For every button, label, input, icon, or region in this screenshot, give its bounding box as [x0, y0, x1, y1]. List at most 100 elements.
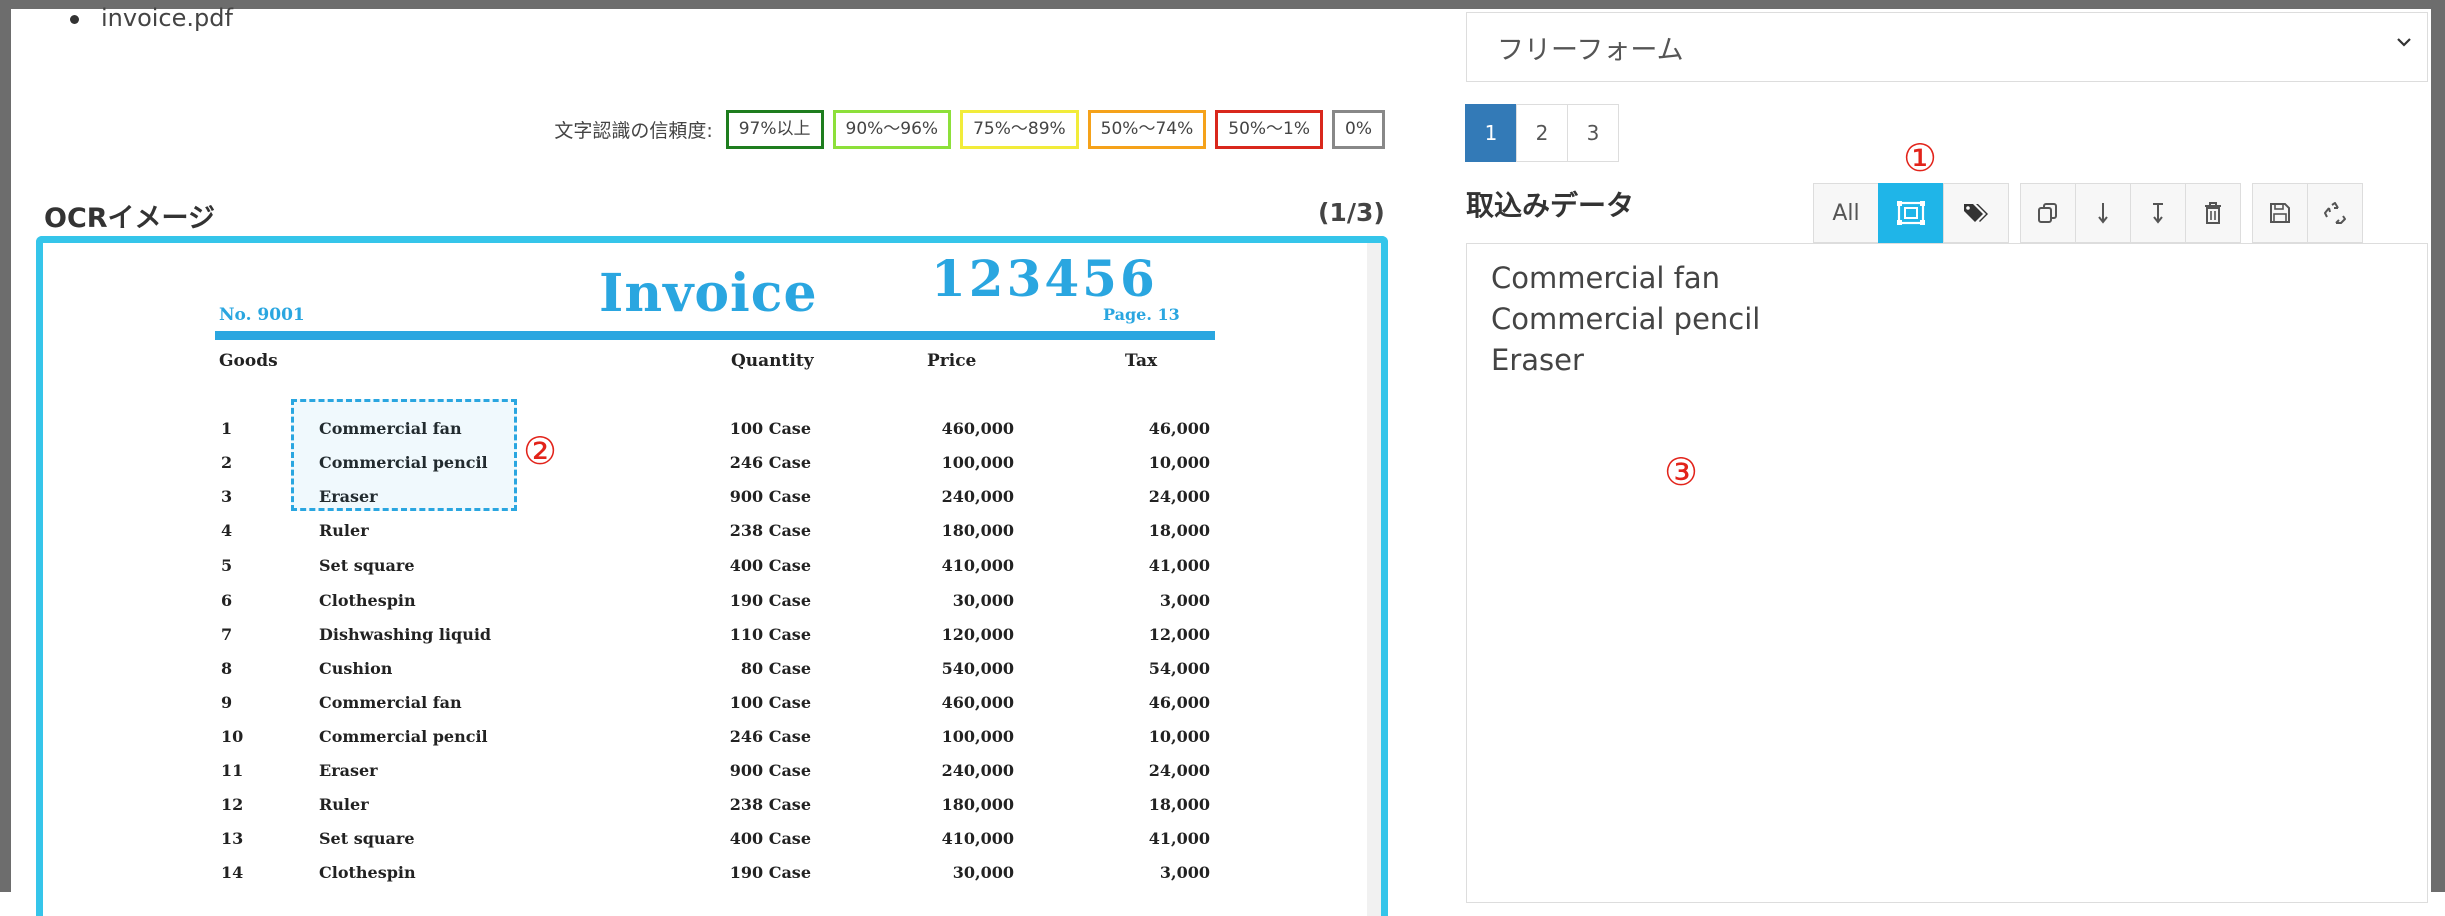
row-number: 11: [221, 761, 244, 780]
row-price: 410,000: [941, 556, 1014, 575]
row-tax: 46,000: [1148, 419, 1210, 438]
legend-chip-97: 97%以上: [725, 110, 824, 149]
row-number: 13: [221, 829, 244, 848]
row-number: 14: [221, 863, 244, 882]
invoice-row: 7 Dishwashing liquid 110 Case 120,000 12,000: [43, 625, 1381, 655]
row-price: 100,000: [941, 727, 1014, 746]
row-number: 7: [221, 625, 233, 644]
row-number: 5: [221, 556, 233, 575]
row-goods: Clothespin: [319, 863, 416, 882]
invoice-row: 6 Clothespin 190 Case 30,000 3,000: [43, 591, 1381, 621]
page-pagination: 1 2 3: [1465, 104, 1619, 162]
file-item[interactable]: invoice.pdf: [70, 4, 233, 32]
row-quantity: 400 Case: [729, 556, 811, 575]
invoice-row: 2 Commercial pencil 246 Case 100,000 10,000: [43, 453, 1381, 483]
row-quantity: 190 Case: [729, 863, 811, 882]
row-tax: 54,000: [1148, 659, 1210, 678]
row-number: 6: [221, 591, 233, 610]
invoice-document: Invoice 123456 No. 9001 Page. 13 Goods Q…: [43, 243, 1381, 916]
row-quantity: 100 Case: [729, 419, 811, 438]
row-number: 9: [221, 693, 233, 712]
callout-3: ③: [1664, 450, 1699, 494]
row-goods: Dishwashing liquid: [319, 625, 492, 644]
arrow-down-icon: [2096, 202, 2110, 224]
invoice-row: 13 Set square 400 Case 410,000 41,000: [43, 829, 1381, 859]
invoice-row: 4 Ruler 238 Case 180,000 18,000: [43, 521, 1381, 551]
move-down-button[interactable]: [2075, 183, 2131, 243]
save-button[interactable]: [2252, 183, 2308, 243]
ocr-scrollbar[interactable]: [1367, 243, 1381, 916]
region-select-button[interactable]: [1878, 183, 1944, 243]
row-number: 3: [221, 487, 233, 506]
page-button-2[interactable]: 2: [1516, 104, 1568, 162]
row-goods: Ruler: [319, 521, 369, 540]
invoice-number: 123456: [931, 249, 1158, 308]
row-price: 30,000: [952, 863, 1014, 882]
row-quantity: 246 Case: [729, 727, 811, 746]
row-number: 1: [221, 419, 233, 438]
import-data-title: 取込みデータ: [1466, 189, 1635, 222]
col-header-quantity: Quantity: [731, 351, 814, 371]
row-price: 100,000: [941, 453, 1014, 472]
row-quantity: 100 Case: [729, 693, 811, 712]
tags-icon: [1963, 202, 1989, 224]
row-quantity: 246 Case: [729, 453, 811, 472]
row-price: 460,000: [941, 693, 1014, 712]
save-icon: [2270, 203, 2290, 223]
invoice-row: 10 Commercial pencil 246 Case 100,000 10,000: [43, 727, 1381, 757]
invoice-row: 8 Cushion 80 Case 540,000 54,000: [43, 659, 1381, 689]
invoice-row: 5 Set square 400 Case 410,000 41,000: [43, 556, 1381, 586]
confidence-legend: 文字認識の信頼度: 97%以上 90%〜96% 75%〜89% 50%〜74% …: [554, 110, 1385, 149]
tags-button[interactable]: [1943, 183, 2009, 243]
ocr-image-viewer[interactable]: Invoice 123456 No. 9001 Page. 13 Goods Q…: [36, 236, 1388, 916]
row-number: 12: [221, 795, 244, 814]
copy-icon: [2037, 202, 2059, 224]
row-tax: 24,000: [1148, 761, 1210, 780]
row-number: 2: [221, 453, 233, 472]
row-tax: 10,000: [1148, 453, 1210, 472]
row-tax: 12,000: [1148, 625, 1210, 644]
invoice-row: 1 Commercial fan 100 Case 460,000 46,000: [43, 419, 1381, 449]
row-quantity: 900 Case: [729, 487, 811, 506]
col-header-price: Price: [927, 351, 977, 371]
row-number: 4: [221, 521, 233, 540]
move-to-bottom-button[interactable]: [2130, 183, 2186, 243]
legend-chip-50: 50%〜74%: [1087, 110, 1207, 149]
legend-chip-0: 0%: [1332, 110, 1385, 149]
ocr-image-title: OCRイメージ: [44, 203, 216, 234]
row-goods: Clothespin: [319, 591, 416, 610]
row-tax: 10,000: [1148, 727, 1210, 746]
ocr-page-counter: (1/3): [1318, 198, 1385, 227]
row-goods: Set square: [319, 829, 415, 848]
form-type-select[interactable]: フリーフォーム: [1466, 12, 2428, 82]
page-button-1[interactable]: 1: [1465, 104, 1517, 162]
invoice-no: No. 9001: [219, 305, 305, 325]
invoice-page: Page. 13: [1103, 305, 1180, 324]
callout-1: ①: [1903, 136, 1938, 180]
row-goods: Commercial fan: [319, 693, 462, 712]
invoice-title: Invoice: [599, 263, 818, 324]
extracted-data-textarea[interactable]: Commercial fan Commercial pencil Eraser: [1466, 243, 2428, 903]
row-quantity: 400 Case: [729, 829, 811, 848]
trash-icon: [2204, 202, 2222, 224]
row-price: 180,000: [941, 795, 1014, 814]
row-goods: Set square: [319, 556, 415, 575]
col-header-tax: Tax: [1125, 351, 1158, 371]
delete-button[interactable]: [2185, 183, 2241, 243]
row-number: 10: [221, 727, 244, 746]
col-header-goods: Goods: [219, 351, 278, 371]
recycle-button[interactable]: [2307, 183, 2363, 243]
all-button[interactable]: All: [1813, 183, 1879, 243]
copy-button[interactable]: [2020, 183, 2076, 243]
ocr-selection-region[interactable]: [291, 399, 517, 511]
legend-chip-1: 50%〜1%: [1215, 110, 1324, 149]
page-button-3[interactable]: 3: [1567, 104, 1619, 162]
row-tax: 3,000: [1159, 591, 1210, 610]
row-price: 180,000: [941, 521, 1014, 540]
row-quantity: 80 Case: [740, 659, 811, 678]
row-quantity: 900 Case: [729, 761, 811, 780]
row-goods: Cushion: [319, 659, 393, 678]
invoice-header-bar: [215, 331, 1215, 340]
invoice-row: 9 Commercial fan 100 Case 460,000 46,000: [43, 693, 1381, 723]
row-price: 540,000: [941, 659, 1014, 678]
